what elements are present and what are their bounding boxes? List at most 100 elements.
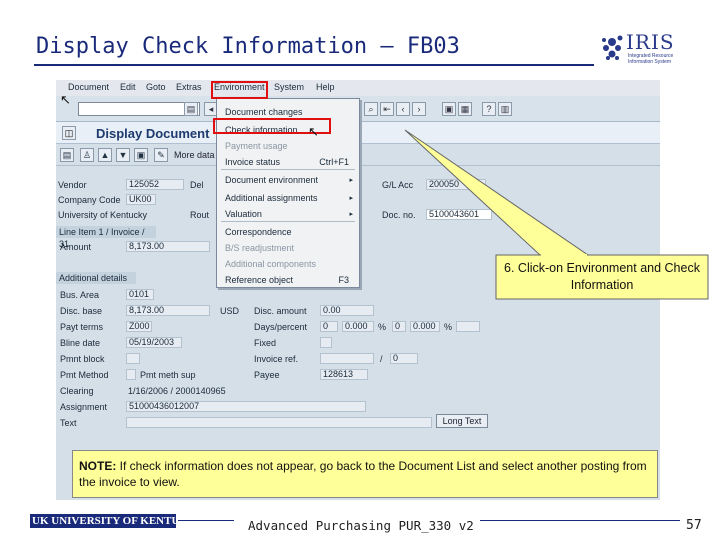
menu-separator	[221, 221, 355, 222]
display-icon[interactable]: ▤	[60, 148, 74, 162]
text-label: Text	[60, 418, 77, 428]
shortcut-key: Ctrl+F1	[319, 157, 349, 167]
vendor-field[interactable]: 125052	[126, 179, 184, 190]
mouse-pointer-icon: ↖	[308, 124, 319, 139]
days-1-field[interactable]: 0	[320, 321, 338, 332]
note-box: NOTE: If check information does not appe…	[72, 450, 658, 498]
up-arrow-icon[interactable]: ▲	[98, 148, 112, 162]
bus-area-label: Bus. Area	[60, 290, 100, 300]
bus-area-field[interactable]: 0101	[126, 289, 154, 300]
percent-sign-2: %	[444, 322, 453, 332]
percent-sign-1: %	[378, 322, 387, 332]
dropdown-item: Payment usage	[225, 141, 288, 151]
bline-date-field[interactable]: 05/19/2003	[126, 337, 182, 348]
clearing-label: Clearing	[60, 386, 94, 396]
disc-amount-field[interactable]: 0.00	[320, 305, 374, 316]
invoice-ref-slash: /	[380, 354, 383, 364]
shortcut-icon[interactable]: ▦	[458, 102, 472, 116]
invoice-ref-field[interactable]	[320, 353, 374, 364]
bline-date-label: Bline date	[60, 338, 101, 348]
menu-edit[interactable]: Edit	[120, 82, 136, 92]
new-session-icon[interactable]: ▣	[442, 102, 456, 116]
menu-system[interactable]: System	[274, 82, 304, 92]
pmt-method-label: Pmt Method	[60, 370, 109, 380]
uk-logo-text: UK UNIVERSITY OF KENTUCKY	[32, 515, 204, 527]
note-label: NOTE:	[79, 459, 117, 473]
amount-label: Amount	[60, 242, 92, 252]
percent-1-field[interactable]: 0.000	[342, 321, 374, 332]
submenu-arrow-icon: ▸	[349, 177, 353, 184]
overview-icon[interactable]: ◫	[62, 126, 76, 140]
footer-rule-left	[178, 520, 234, 521]
invoice-ref-label: Invoice ref.	[254, 354, 299, 364]
shortcut-key: F3	[338, 275, 349, 285]
pmnt-block-label: Pmnt block	[60, 354, 105, 364]
logo-tagline: Integrated Resource Information System	[628, 53, 674, 65]
menu-extras[interactable]: Extras	[176, 82, 202, 92]
payee-label: Payee	[254, 370, 280, 380]
percent-2-field[interactable]: 0.000	[410, 321, 440, 332]
rout-label: Rout	[190, 210, 210, 220]
slide-title: Display Check Information – FB03	[36, 34, 460, 59]
dropdown-item: Additional components	[225, 259, 317, 269]
dropdown-item[interactable]: Invoice status	[225, 157, 280, 167]
company-name: University of Kentucky	[58, 210, 148, 220]
dropdown-item: B/S readjustment	[225, 243, 295, 253]
amount-field[interactable]: 8,173.00	[126, 241, 210, 252]
del-label: Del	[190, 180, 204, 190]
clearing-value: 1/16/2006 / 2000140965	[128, 386, 226, 396]
dropdown-item[interactable]: Reference object	[225, 275, 293, 285]
prev-page-icon[interactable]: ‹	[396, 102, 410, 116]
long-text-button[interactable]: Long Text	[436, 414, 488, 428]
person-icon[interactable]: ♙	[80, 148, 94, 162]
pmt-method-field[interactable]	[126, 369, 136, 380]
menu-document[interactable]: Document	[68, 82, 109, 92]
menu-goto[interactable]: Goto	[146, 82, 166, 92]
pmnt-block-field[interactable]	[126, 353, 140, 364]
down-arrow-icon[interactable]: ▼	[116, 148, 130, 162]
disc-base-label: Disc. base	[60, 306, 103, 316]
disc-base-field[interactable]: 8,173.00	[126, 305, 210, 316]
dropdown-item[interactable]: Document changes	[225, 107, 303, 117]
payee-field[interactable]: 128613	[320, 369, 368, 380]
logo-name: IRIS	[626, 30, 675, 54]
doc-no-label: Doc. no.	[382, 210, 416, 220]
select-icon[interactable]: ▣	[134, 148, 148, 162]
company-code-label: Company Code	[58, 195, 121, 205]
first-page-icon[interactable]: ⇤	[380, 102, 394, 116]
layout-icon[interactable]: ▥	[498, 102, 512, 116]
edit-icon[interactable]: ✎	[154, 148, 168, 162]
footer-rule-right	[480, 520, 680, 521]
currency-label: USD	[220, 306, 240, 316]
gl-acc-label: G/L Acc	[382, 180, 414, 190]
text-field[interactable]	[126, 417, 432, 428]
dropdown-item[interactable]: Correspondence	[225, 227, 292, 237]
fixed-checkbox[interactable]	[320, 337, 332, 348]
doc-no-field[interactable]: 5100043601	[426, 209, 492, 220]
invoice-ref-year[interactable]: 0	[390, 353, 418, 364]
dropdown-item[interactable]: Additional assignments	[225, 193, 318, 203]
disc-amount-label: Disc. amount	[254, 306, 307, 316]
save-icon[interactable]: ▤	[184, 102, 198, 116]
find-icon[interactable]: ⌕	[364, 102, 378, 116]
page-number: 57	[686, 518, 702, 533]
company-code-field[interactable]: UK00	[126, 194, 156, 205]
menu-bar: Document Edit Goto Extras Environment Sy…	[56, 80, 660, 96]
pay-terms-field[interactable]: Z000	[126, 321, 152, 332]
pmt-method-text: Pmt meth sup	[140, 370, 196, 380]
assignment-field[interactable]: 51000436012007	[126, 401, 366, 412]
days-3-field[interactable]	[456, 321, 480, 332]
pay-terms-label: Payt terms	[60, 322, 104, 332]
command-field[interactable]	[78, 102, 200, 116]
additional-details-bar: Additional details	[56, 272, 136, 284]
days-2-field[interactable]: 0	[392, 321, 406, 332]
help-icon[interactable]: ?	[482, 102, 496, 116]
next-page-icon[interactable]: ›	[412, 102, 426, 116]
screen-title: Display Document	[96, 126, 210, 141]
more-data-button[interactable]: More data	[174, 150, 215, 160]
menu-help[interactable]: Help	[316, 82, 335, 92]
gl-acc-field[interactable]: 200050	[426, 179, 486, 190]
vendor-label: Vendor	[58, 180, 87, 190]
dropdown-item[interactable]: Document environment	[225, 175, 318, 185]
dropdown-item[interactable]: Valuation	[225, 209, 262, 219]
